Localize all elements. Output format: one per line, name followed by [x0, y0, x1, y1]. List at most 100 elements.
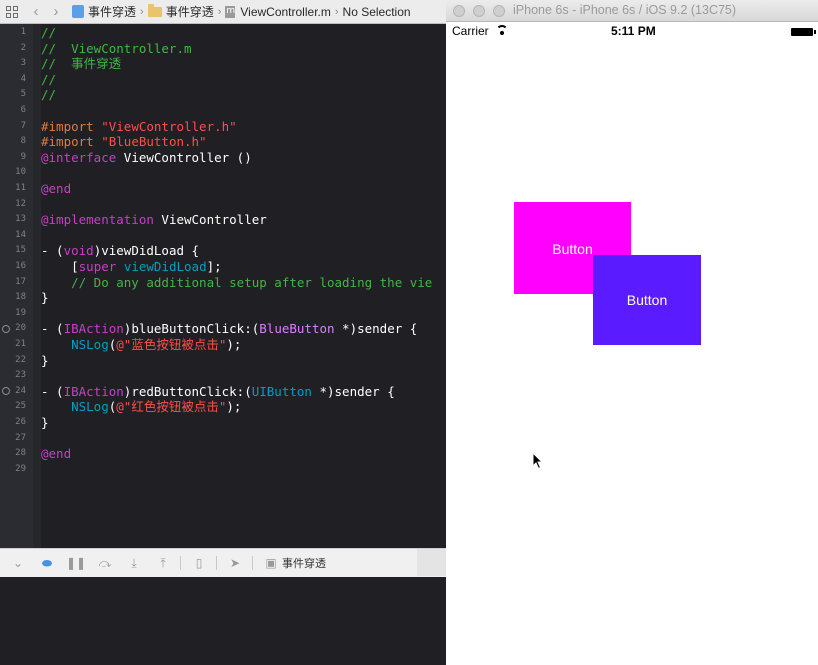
line-number[interactable]: 27: [0, 431, 26, 446]
code-line[interactable]: - (IBAction)redButtonClick:(UIButton *)s…: [41, 384, 395, 399]
line-number[interactable]: 10: [0, 165, 26, 180]
code-line[interactable]: }: [41, 415, 49, 430]
close-window-icon[interactable]: [453, 5, 465, 17]
line-number[interactable]: 2: [0, 41, 26, 56]
view-debugger-icon[interactable]: ▯: [188, 555, 210, 571]
code-token: }: [41, 290, 49, 306]
related-items-grid-icon[interactable]: [6, 5, 18, 18]
code-token: viewDidLoad: [123, 259, 207, 274]
code-line[interactable]: // 事件穿透: [41, 56, 121, 71]
line-number[interactable]: 12: [0, 197, 26, 212]
line-number[interactable]: 28: [0, 446, 26, 461]
code-line[interactable]: //: [41, 25, 56, 40]
code-token: )blueButtonClick:(: [123, 321, 260, 337]
breadcrumb-separator-icon: ›: [334, 5, 339, 18]
debug-console-area[interactable]: [0, 577, 446, 665]
line-number[interactable]: 23: [0, 368, 26, 383]
code-line[interactable]: // Do any additional setup after loading…: [41, 275, 432, 290]
mouse-cursor-icon: [532, 452, 544, 470]
toolbar-divider: [216, 556, 217, 570]
code-folding-ribbon[interactable]: [33, 24, 41, 548]
line-number[interactable]: 4: [0, 72, 26, 87]
code-line[interactable]: // ViewController.m: [41, 41, 192, 56]
hide-debug-area-icon[interactable]: ⌄: [7, 555, 29, 571]
line-number[interactable]: 29: [0, 462, 26, 477]
breadcrumb-selection[interactable]: No Selection: [343, 5, 411, 19]
code-line[interactable]: //: [41, 72, 56, 87]
battery-icon: [791, 28, 816, 36]
code-line[interactable]: }: [41, 353, 49, 368]
blue-button[interactable]: Button: [593, 255, 701, 345]
jump-bar: ‹ › 事件穿透 › 事件穿透 › ViewController.m › No …: [0, 0, 446, 24]
line-number[interactable]: 16: [0, 259, 26, 274]
line-number[interactable]: 15: [0, 243, 26, 258]
ios-status-bar: Carrier 5:11 PM: [446, 22, 818, 40]
line-number[interactable]: 21: [0, 337, 26, 352]
code-token: @end: [41, 181, 72, 196]
simulator-titlebar[interactable]: iPhone 6s - iPhone 6s / iOS 9.2 (13C75): [446, 0, 818, 22]
debug-target-label[interactable]: 事件穿透: [282, 555, 326, 571]
code-line[interactable]: NSLog(@"蓝色按钮被点击");: [41, 337, 241, 352]
code-line[interactable]: [super viewDidLoad];: [41, 259, 222, 274]
breadcrumb-project[interactable]: 事件穿透: [66, 3, 136, 20]
code-token: void: [63, 243, 94, 259]
minimize-window-icon[interactable]: [473, 5, 485, 17]
line-number[interactable]: 14: [0, 228, 26, 243]
code-line[interactable]: #import "BlueButton.h": [41, 134, 207, 149]
step-into-icon[interactable]: ⤓: [123, 555, 145, 571]
step-out-icon[interactable]: ⤒: [152, 555, 174, 571]
line-number[interactable]: 5: [0, 87, 26, 102]
breadcrumb-file-label: ViewController.m: [240, 4, 331, 19]
code-token: BlueButton: [259, 321, 335, 337]
back-chevron-icon[interactable]: ‹: [26, 3, 46, 20]
breadcrumb-file[interactable]: ViewController.m: [225, 4, 331, 19]
simulate-location-icon[interactable]: ➤: [224, 555, 246, 571]
line-number[interactable]: 17: [0, 275, 26, 290]
line-number[interactable]: 9: [0, 150, 26, 165]
code-token: NSLog: [71, 399, 109, 415]
zoom-window-icon[interactable]: [493, 5, 505, 17]
code-token: ];: [206, 259, 222, 274]
line-number[interactable]: 6: [0, 103, 26, 118]
code-token: //: [41, 25, 57, 40]
simulator-window: iPhone 6s - iPhone 6s / iOS 9.2 (13C75) …: [446, 0, 818, 665]
line-number[interactable]: 25: [0, 399, 26, 414]
code-line[interactable]: NSLog(@"红色按钮被点击");: [41, 399, 241, 414]
code-token: NSLog: [71, 337, 109, 352]
breadcrumb-separator-icon: ›: [140, 5, 144, 18]
folder-icon: [147, 3, 162, 17]
line-number[interactable]: 8: [0, 134, 26, 149]
code-token: @interface: [41, 149, 117, 165]
breakpoints-toggle-icon[interactable]: ⬬: [36, 555, 58, 571]
breakpoint-marker-icon[interactable]: [2, 324, 10, 333]
line-number[interactable]: 26: [0, 415, 26, 430]
step-over-icon[interactable]: ⤼: [94, 555, 116, 571]
line-number[interactable]: 18: [0, 290, 26, 305]
pause-icon[interactable]: ❚❚: [65, 555, 87, 571]
code-line[interactable]: @end: [41, 446, 71, 461]
code-line[interactable]: @end: [41, 181, 71, 196]
code-line[interactable]: - (IBAction)blueButtonClick:(BlueButton …: [41, 321, 417, 336]
line-number[interactable]: 11: [0, 181, 26, 196]
code-token: );: [226, 337, 242, 352]
forward-chevron-icon[interactable]: ›: [46, 3, 66, 20]
code-line[interactable]: @implementation ViewController: [41, 212, 267, 227]
source-editor[interactable]: //// ViewController.m// 事件穿透////#import …: [41, 24, 446, 548]
line-number[interactable]: 22: [0, 353, 26, 368]
code-line[interactable]: - (void)viewDidLoad {: [41, 243, 199, 258]
line-number[interactable]: 7: [0, 119, 26, 134]
line-number[interactable]: 3: [0, 56, 26, 71]
breadcrumb-group-label: 事件穿透: [165, 5, 214, 19]
line-number[interactable]: 13: [0, 212, 26, 227]
code-line[interactable]: @interface ViewController (): [41, 150, 252, 165]
toolbar-divider: [180, 556, 181, 570]
line-number[interactable]: 19: [0, 306, 26, 321]
line-number[interactable]: 1: [0, 25, 26, 40]
code-line[interactable]: }: [41, 290, 49, 305]
line-number-gutter[interactable]: 1 2 3 4 5 6 7 8 9 10 11 12 13 14 15 16 17 18 19 20 21 22 23 24 2…: [0, 24, 34, 548]
code-line[interactable]: //: [41, 87, 56, 102]
code-token: [: [41, 259, 79, 274]
breadcrumb-group[interactable]: 事件穿透: [147, 3, 214, 20]
code-token: // Do any additional setup after loading…: [41, 274, 433, 290]
code-line[interactable]: #import "ViewController.h": [41, 119, 237, 134]
